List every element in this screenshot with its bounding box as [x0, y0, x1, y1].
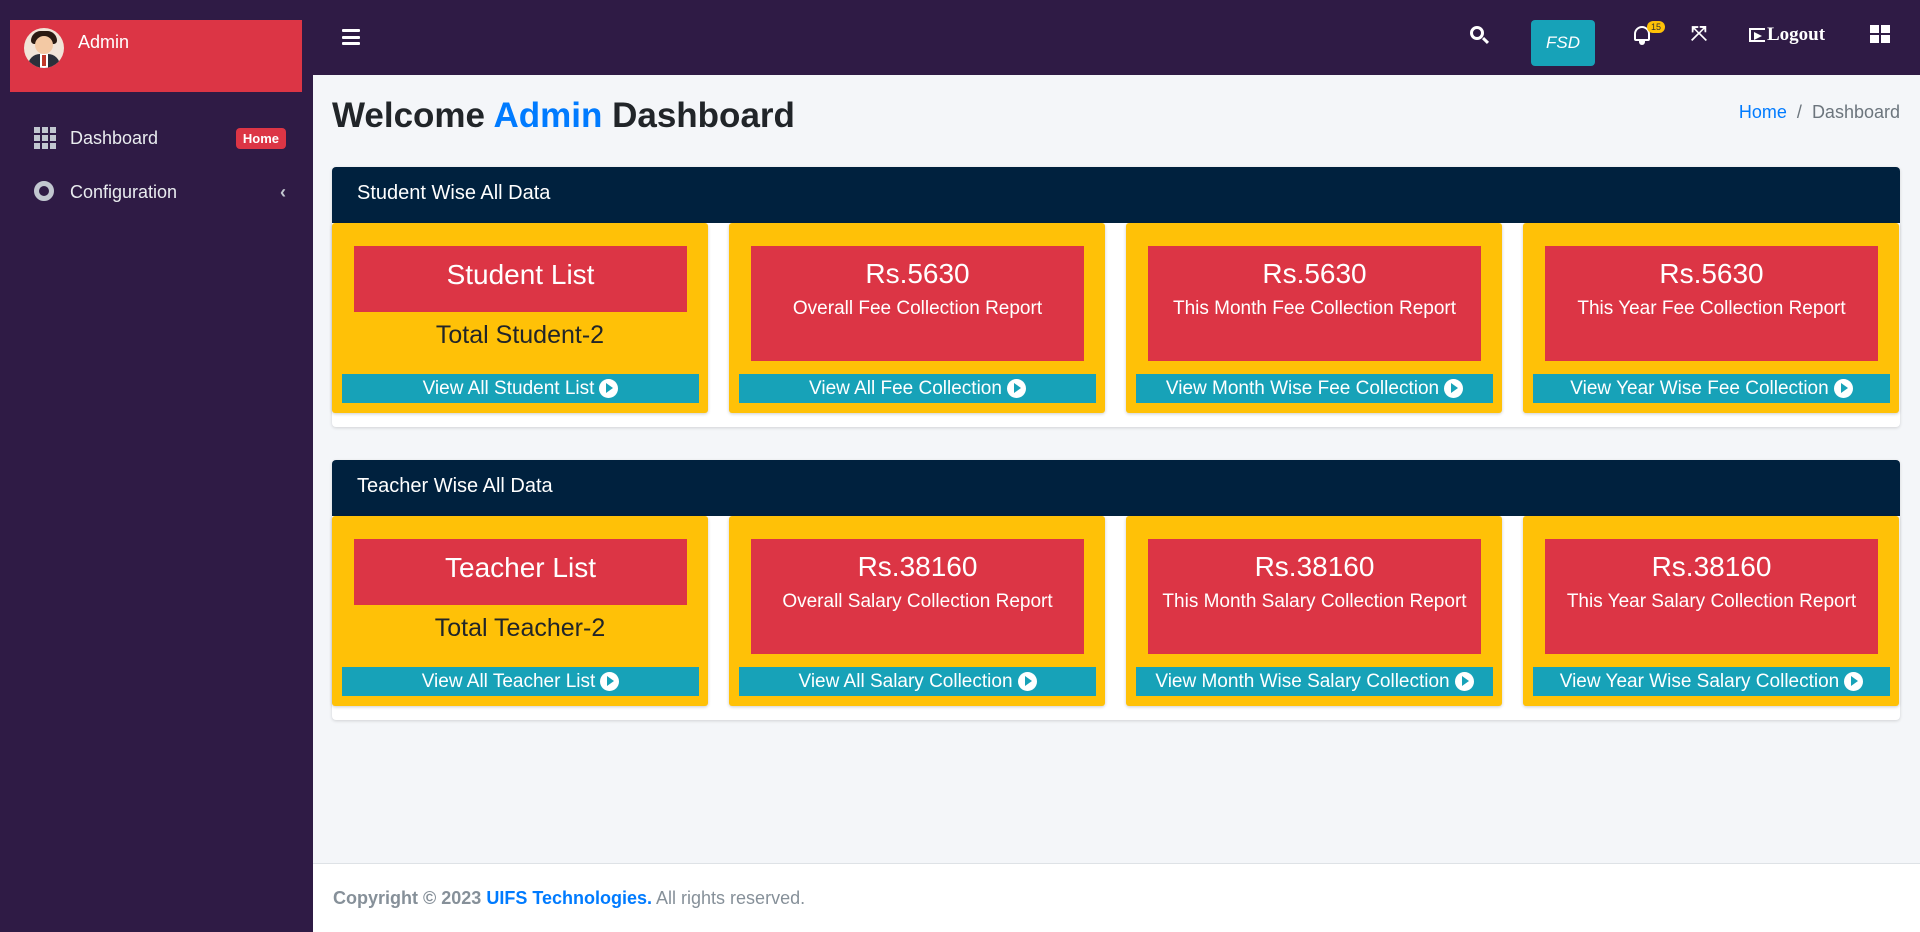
salary-overall-card: Rs.38160 Overall Salary Collection Repor…: [729, 516, 1105, 706]
card-title: Teacher List: [445, 552, 596, 583]
teacher-list-card: Teacher List Total Teacher-2 View All Te…: [332, 516, 708, 706]
sidebar-item-label: Dashboard: [70, 127, 159, 148]
button-label: View All Salary Collection: [798, 670, 1013, 692]
card-header: Rs.5630 This Year Fee Collection Report: [1545, 246, 1878, 361]
card-label: Overall Fee Collection Report: [792, 298, 1043, 319]
card-header: Rs.38160 This Month Salary Collection Re…: [1148, 539, 1481, 654]
button-label: View Year Wise Salary Collection: [1559, 670, 1840, 692]
button-label: View All Teacher List: [421, 670, 596, 692]
arrow-circle-right-icon: [1017, 672, 1037, 691]
view-month-salary-collection-button[interactable]: View Month Wise Salary Collection: [1136, 667, 1493, 696]
home-badge: Home: [235, 127, 286, 149]
footer: Copyright © 2023 UIFS Technologies. All …: [313, 863, 1920, 932]
card-amount: Rs.38160: [1254, 551, 1375, 582]
page-title: Welcome Admin Dashboard: [332, 96, 795, 136]
breadcrumb-home-link[interactable]: Home: [1739, 102, 1787, 122]
button-label: View Year Wise Fee Collection: [1570, 377, 1829, 399]
card-header: Rs.5630 Overall Fee Collection Report: [751, 246, 1084, 361]
view-year-salary-collection-button[interactable]: View Year Wise Salary Collection: [1533, 667, 1890, 696]
card-header: Rs.38160 Overall Salary Collection Repor…: [751, 539, 1084, 654]
breadcrumb: Home / Dashboard: [1738, 102, 1900, 122]
card-amount: Rs.38160: [1651, 551, 1772, 582]
section-title: Teacher Wise All Data: [332, 460, 1900, 516]
card-total: Total Student-2: [435, 321, 605, 349]
title-highlight: Admin: [493, 96, 603, 135]
card-label: This Month Salary Collection Report: [1162, 591, 1467, 612]
button-label: View Month Wise Salary Collection: [1155, 670, 1450, 692]
chevron-left-icon: ‹: [280, 181, 286, 202]
arrow-circle-right-icon: [1833, 379, 1853, 398]
sidebar-item-dashboard[interactable]: Dashboard Home: [34, 123, 286, 153]
view-all-teacher-list-button[interactable]: View All Teacher List: [342, 667, 699, 696]
user-panel[interactable]: Admin: [10, 20, 302, 92]
copyright-text: Copyright © 2023: [333, 888, 482, 908]
fullscreen-icon[interactable]: ⤧: [1691, 24, 1709, 44]
sidebar-item-configuration[interactable]: Configuration ‹: [34, 177, 286, 207]
card-header: Rs.38160 This Year Salary Collection Rep…: [1545, 539, 1878, 654]
card-amount: Rs.5630: [1262, 258, 1367, 289]
menu-toggle-icon[interactable]: [342, 29, 360, 45]
fee-month-card: Rs.5630 This Month Fee Collection Report…: [1126, 223, 1502, 413]
student-list-card: Student List Total Student-2 View All St…: [332, 223, 708, 413]
avatar: [24, 28, 64, 68]
apps-grid-icon[interactable]: [1870, 25, 1890, 43]
logout-button[interactable]: Logout: [1749, 24, 1825, 46]
breadcrumb-current: Dashboard: [1811, 102, 1900, 122]
card-label: Overall Salary Collection Report: [782, 591, 1053, 612]
fee-year-card: Rs.5630 This Year Fee Collection Report …: [1523, 223, 1899, 413]
gear-icon: [34, 181, 56, 203]
view-month-fee-collection-button[interactable]: View Month Wise Fee Collection: [1136, 374, 1493, 403]
button-label: View Month Wise Fee Collection: [1165, 377, 1440, 399]
notification-badge: 15: [1647, 21, 1666, 33]
user-name[interactable]: Admin: [78, 32, 129, 53]
arrow-circle-right-icon: [1006, 379, 1026, 398]
arrow-circle-right-icon: [1444, 379, 1464, 398]
card-label: This Month Fee Collection Report: [1172, 298, 1456, 319]
logout-label: Logout: [1767, 24, 1826, 45]
grid-icon: [34, 127, 56, 149]
card-header: Student List: [354, 246, 687, 312]
title-prefix: Welcome: [332, 96, 486, 135]
search-icon[interactable]: [1470, 26, 1490, 46]
view-all-student-list-button[interactable]: View All Student List: [342, 374, 699, 403]
fee-overall-card: Rs.5630 Overall Fee Collection Report Vi…: [729, 223, 1105, 413]
teacher-section: Teacher Wise All Data Teacher List Total…: [332, 460, 1900, 720]
fsd-button[interactable]: FSD: [1531, 20, 1595, 66]
card-amount: Rs.38160: [857, 551, 978, 582]
arrow-circle-right-icon: [600, 672, 620, 691]
salary-month-card: Rs.38160 This Month Salary Collection Re…: [1126, 516, 1502, 706]
button-label: View All Student List: [422, 377, 595, 399]
sidebar: Admin Dashboard Home Configuration ‹: [0, 0, 313, 932]
card-header: Teacher List: [354, 539, 687, 605]
card-title: Student List: [446, 259, 595, 290]
arrow-circle-right-icon: [599, 379, 619, 398]
card-amount: Rs.5630: [1659, 258, 1764, 289]
card-label: This Year Fee Collection Report: [1577, 298, 1846, 319]
title-suffix: Dashboard: [612, 96, 795, 135]
card-total: Total Teacher-2: [434, 614, 606, 642]
arrow-circle-right-icon: [1454, 672, 1474, 691]
view-year-fee-collection-button[interactable]: View Year Wise Fee Collection: [1533, 374, 1890, 403]
rights-text: All rights reserved.: [656, 888, 806, 908]
salary-year-card: Rs.38160 This Year Salary Collection Rep…: [1523, 516, 1899, 706]
card-label: This Year Salary Collection Report: [1566, 591, 1857, 612]
view-all-salary-collection-button[interactable]: View All Salary Collection: [739, 667, 1096, 696]
logout-icon: [1749, 28, 1765, 42]
topbar: FSD 15 ⤧ Logout: [313, 0, 1920, 75]
button-label: View All Fee Collection: [809, 377, 1002, 399]
card-amount: Rs.5630: [865, 258, 970, 289]
section-title: Student Wise All Data: [332, 167, 1900, 223]
company-link[interactable]: UIFS Technologies.: [486, 888, 652, 908]
student-section: Student Wise All Data Student List Total…: [332, 167, 1900, 427]
sidebar-item-label: Configuration: [70, 181, 178, 202]
card-header: Rs.5630 This Month Fee Collection Report: [1148, 246, 1481, 361]
view-all-fee-collection-button[interactable]: View All Fee Collection: [739, 374, 1096, 403]
arrow-circle-right-icon: [1844, 672, 1864, 691]
